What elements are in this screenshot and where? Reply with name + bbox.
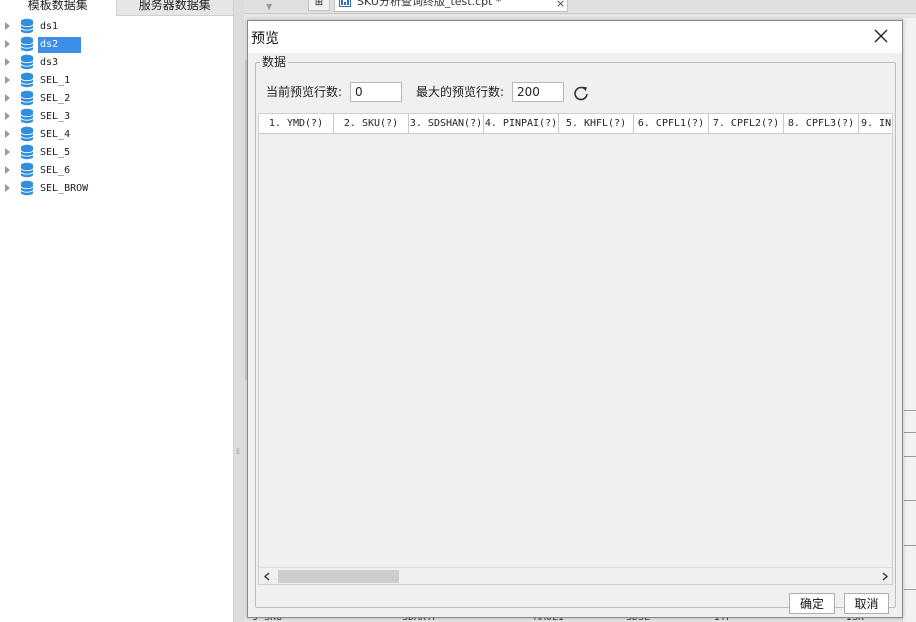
dataset-item[interactable]: SEL_4: [0, 125, 233, 143]
column-header[interactable]: 5. KHFL(?): [559, 114, 634, 134]
dataset-label: ds1: [40, 21, 59, 32]
dataset-item[interactable]: SEL_6: [0, 161, 233, 179]
refresh-button[interactable]: [572, 84, 590, 102]
dataset-tree: ds1 ds2 ds3 SEL_1 SEL_2 SEL_3 SEL_4 SEL_5 SEL_6 S…: [0, 16, 233, 197]
scroll-right-icon[interactable]: [881, 572, 889, 581]
expand-arrow-icon[interactable]: [5, 112, 10, 120]
table-body: [259, 135, 892, 568]
database-icon: [20, 90, 34, 106]
dataset-item[interactable]: SEL_5: [0, 143, 233, 161]
splitter-handle[interactable]: ⁞⁞: [236, 447, 240, 456]
dataset-item[interactable]: ds2: [0, 35, 233, 53]
dataset-label: SEL_6: [40, 165, 71, 176]
tab-report-file[interactable]: SKU分析查询终版_test.cpt *: [334, 0, 568, 12]
database-icon: [20, 144, 34, 160]
expand-arrow-icon[interactable]: [5, 166, 10, 174]
dataset-tabs: 模板数据集 服务器数据集: [0, 0, 233, 16]
expand-arrow-icon[interactable]: [5, 94, 10, 102]
current-rows-input[interactable]: [350, 82, 402, 102]
database-icon: [20, 108, 34, 124]
grid-line: [904, 500, 916, 501]
new-tab-button[interactable]: ⊞: [308, 0, 330, 11]
dataset-label: ds2: [38, 37, 81, 53]
grid-line: [904, 589, 916, 590]
database-icon: [20, 126, 34, 142]
expand-arrow-icon[interactable]: [5, 22, 10, 30]
grid-line: [904, 432, 916, 433]
dialog-title: 预览: [251, 31, 279, 47]
tab-server-datasets[interactable]: 服务器数据集: [116, 0, 233, 16]
dialog-titlebar[interactable]: 预览: [248, 21, 902, 53]
editor-right-edge: [902, 18, 916, 622]
column-header[interactable]: 3. SDSHAN(?): [409, 114, 484, 134]
dialog-close-button[interactable]: [868, 27, 894, 47]
column-header[interactable]: 8. CPFL3(?): [784, 114, 859, 134]
dataset-label: ds3: [40, 57, 59, 68]
column-header[interactable]: 6. CPFL1(?): [634, 114, 709, 134]
max-rows-input[interactable]: [512, 82, 564, 102]
grid-line: [904, 410, 916, 411]
database-icon: [20, 180, 34, 196]
grid-line: [904, 545, 916, 546]
column-header[interactable]: 4. PINPAI(?): [484, 114, 559, 134]
table-header: 1. YMD(?) 2. SKU(?) 3. SDSHAN(?) 4. PINPAI(…: [259, 114, 892, 134]
editor-tab-strip: ▼ ⊞ SKU分析查询终版_test.cpt * ×: [244, 0, 916, 14]
dataset-label: SEL_2: [40, 93, 71, 104]
close-icon: [874, 29, 888, 43]
report-file-icon: [339, 0, 351, 7]
dataset-item[interactable]: ds1: [0, 17, 233, 35]
expand-arrow-icon[interactable]: [5, 40, 10, 48]
dataset-label: SEL_4: [40, 129, 71, 140]
dataset-label: SEL_5: [40, 147, 71, 158]
expand-arrow-icon[interactable]: [5, 148, 10, 156]
dataset-item[interactable]: SEL_3: [0, 107, 233, 125]
tab-list-caret-icon[interactable]: ▼: [266, 2, 272, 11]
grid-line: [904, 456, 916, 457]
database-icon: [20, 72, 34, 88]
database-icon: [20, 54, 34, 70]
refresh-icon: [574, 86, 588, 101]
tab-report-file-label: SKU分析查询终版_test.cpt *: [357, 0, 502, 8]
max-rows-label: 最大的预览行数:: [416, 85, 505, 99]
tab-template-datasets[interactable]: 模板数据集: [0, 0, 117, 16]
expand-arrow-icon[interactable]: [5, 184, 10, 192]
dataset-label: SEL_1: [40, 75, 71, 86]
dataset-item[interactable]: SEL_BROW: [0, 179, 233, 197]
scroll-left-icon[interactable]: [263, 572, 271, 581]
ok-button[interactable]: 确定: [789, 593, 835, 614]
column-header[interactable]: 7. CPFL2(?): [709, 114, 784, 134]
close-tab-icon[interactable]: ×: [556, 0, 565, 10]
column-header[interactable]: 9. INI: [859, 114, 892, 134]
dataset-label: SEL_BROW: [40, 183, 89, 194]
dataset-panel: 模板数据集 服务器数据集 ds1 ds2 ds3 SEL_1 SEL_2 SEL_3 SEL…: [0, 0, 234, 622]
expand-arrow-icon[interactable]: [5, 58, 10, 66]
dataset-item[interactable]: SEL_1: [0, 71, 233, 89]
data-group-label: 数据: [260, 55, 289, 69]
data-group-box: 数据 当前预览行数: 最大的预览行数: 1. YMD(?)2. SKU(?)3.…: [255, 55, 896, 608]
column-header[interactable]: 2. SKU(?): [334, 114, 409, 134]
column-header[interactable]: 1. YMD(?): [259, 114, 334, 134]
database-icon: [20, 36, 34, 52]
expand-arrow-icon[interactable]: [5, 76, 10, 84]
preview-table: 1. YMD(?) 2. SKU(?) 3. SDSHAN(?) 4. PINPAI(…: [258, 113, 893, 585]
dataset-label: SEL_3: [40, 111, 71, 122]
dataset-item[interactable]: SEL_2: [0, 89, 233, 107]
database-icon: [20, 162, 34, 178]
scrollbar-thumb[interactable]: [278, 570, 399, 583]
database-icon: [20, 18, 34, 34]
horizontal-scrollbar[interactable]: [259, 567, 892, 584]
dataset-item[interactable]: ds3: [0, 53, 233, 71]
expand-arrow-icon[interactable]: [5, 130, 10, 138]
cancel-button[interactable]: 取消: [844, 593, 889, 614]
preview-dialog: 预览 数据 当前预览行数: 最大的预览行数: 1. YMD(?)2. SKU(?…: [247, 20, 903, 618]
current-rows-label: 当前预览行数:: [266, 85, 343, 99]
